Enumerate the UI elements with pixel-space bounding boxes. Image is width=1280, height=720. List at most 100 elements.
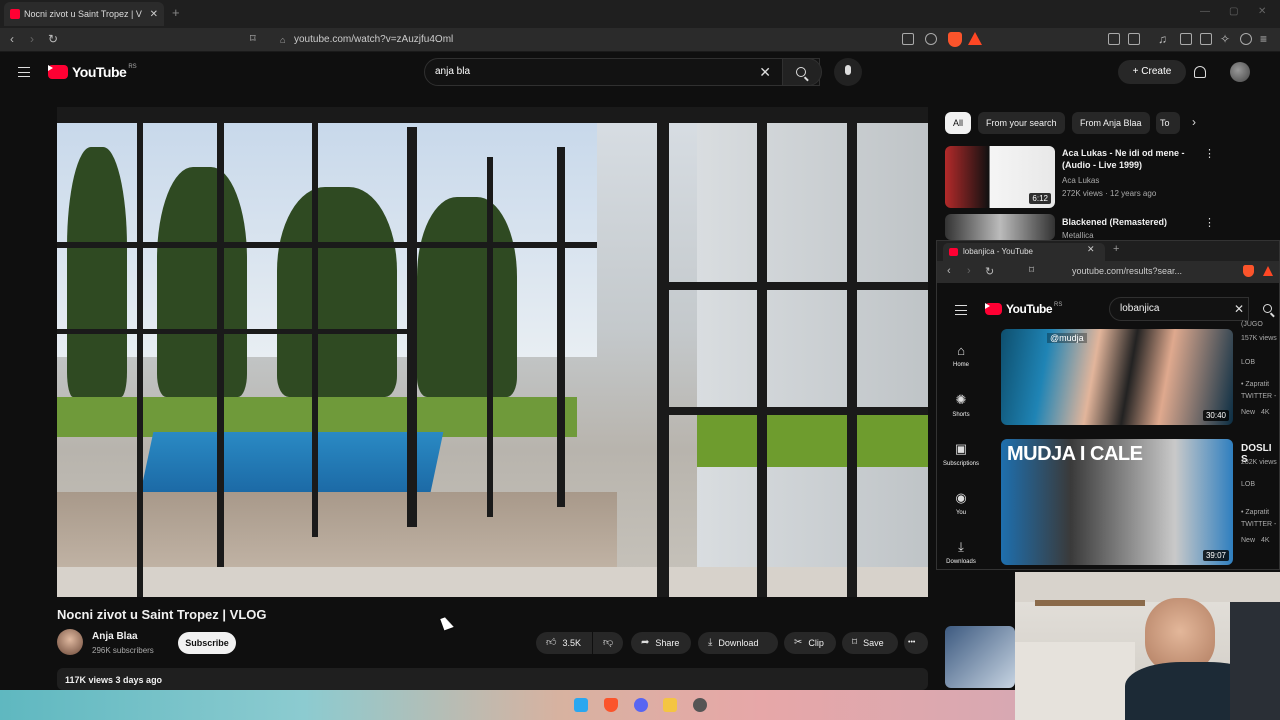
- sidebar-item-downloads[interactable]: ⤓ Downloads: [937, 539, 985, 565]
- search-input[interactable]: lobanjica ✕: [1109, 297, 1249, 321]
- sidebar-item-subscriptions[interactable]: ▣ Subscriptions: [937, 441, 985, 467]
- search-button[interactable]: [782, 58, 822, 86]
- recommendation-channel[interactable]: Metallica: [1062, 231, 1094, 239]
- clear-search-icon[interactable]: ✕: [759, 59, 771, 85]
- new-tab-icon[interactable]: +: [172, 5, 180, 20]
- search-input[interactable]: anja bla ✕: [424, 58, 820, 86]
- create-button[interactable]: + Create: [1118, 60, 1186, 84]
- menu-icon[interactable]: [18, 67, 30, 77]
- maximize-window-icon[interactable]: ▢: [1229, 6, 1238, 17]
- result-channel[interactable]: LOB: [1241, 359, 1255, 366]
- recommendation-thumbnail[interactable]: [945, 214, 1055, 240]
- video-player[interactable]: [57, 107, 928, 597]
- sidebar-icon[interactable]: [1180, 33, 1192, 45]
- browser-menu-icon[interactable]: ≡: [1260, 32, 1267, 46]
- media-icon[interactable]: ♫: [1158, 32, 1167, 46]
- channel-avatar[interactable]: [57, 629, 83, 655]
- forward-icon[interactable]: ›: [967, 265, 971, 277]
- new-tab-icon[interactable]: +: [1113, 243, 1119, 255]
- sidebar-label: Subscriptions: [942, 461, 980, 467]
- second-browser-tab[interactable]: lobanjica - YouTube: [943, 243, 1105, 261]
- chip-from-search[interactable]: From your search: [978, 112, 1065, 134]
- result-thumbnail[interactable]: MUDJA I CALE 39:07: [1001, 439, 1233, 565]
- save-button[interactable]: ⌑ Save: [842, 632, 898, 654]
- channel-name[interactable]: Anja Blaa: [92, 631, 138, 642]
- menu-icon[interactable]: [955, 305, 967, 315]
- youtube-logo[interactable]: YouTube RS: [985, 302, 1062, 316]
- extensions-icon[interactable]: [1108, 33, 1120, 45]
- voice-search-icon[interactable]: [834, 58, 862, 86]
- more-actions-button[interactable]: •••: [904, 632, 928, 654]
- clip-label: Clip: [808, 638, 824, 648]
- recommendation-thumbnail[interactable]: [945, 626, 1015, 688]
- recommendation-title[interactable]: Blackened (Remastered): [1062, 216, 1167, 228]
- share-page-icon[interactable]: [925, 33, 937, 45]
- forward-icon[interactable]: ›: [30, 32, 34, 46]
- address-bar[interactable]: youtube.com/watch?v=zAuzjfu4Oml: [278, 31, 898, 49]
- wallet-icon[interactable]: [1200, 33, 1212, 45]
- video-frame: [57, 107, 928, 123]
- address-bar[interactable]: youtube.com/results?sear...: [1072, 266, 1182, 276]
- sidebar-item-shorts[interactable]: ✺ Shorts: [937, 392, 985, 418]
- obs-taskbar-icon[interactable]: [693, 698, 707, 712]
- download-button[interactable]: ⤓ Download: [698, 632, 778, 654]
- sidebar-item-home[interactable]: ⌂ Home: [937, 343, 985, 368]
- subscribe-button[interactable]: Subscribe: [178, 632, 236, 654]
- recommendation-title[interactable]: Aca Lukas - Ne idi od mene - (Audio - Li…: [1062, 147, 1185, 171]
- video-palm: [417, 197, 517, 397]
- sidebar-item-you[interactable]: ◉ You: [937, 490, 985, 516]
- youtube-wordmark: YouTube: [72, 64, 127, 80]
- shorts-icon: ✺: [955, 392, 967, 407]
- brave-rewards-icon[interactable]: [968, 32, 982, 45]
- clip-button[interactable]: ✂ Clip: [784, 632, 836, 654]
- brave-shields-icon[interactable]: [1243, 265, 1254, 277]
- browser-tab-active[interactable]: Nocni zivot u Saint Tropez | V ✕: [4, 2, 164, 26]
- like-button[interactable]: 👍︎ 3.5K: [536, 632, 592, 654]
- cast-icon[interactable]: [902, 33, 914, 45]
- video-floor: [57, 567, 928, 597]
- account-avatar[interactable]: [1230, 62, 1250, 82]
- notifications-icon[interactable]: [1194, 66, 1206, 78]
- reload-icon[interactable]: ↻: [48, 32, 58, 46]
- result-channel[interactable]: LOB: [1241, 481, 1255, 488]
- close-window-icon[interactable]: ✕: [1258, 6, 1266, 17]
- bookmark-icon[interactable]: ⌑: [1029, 265, 1034, 276]
- brave-shields-icon[interactable]: [948, 32, 962, 47]
- minimize-window-icon[interactable]: —: [1200, 6, 1210, 17]
- chip-more[interactable]: To: [1156, 112, 1180, 134]
- second-browser-window[interactable]: lobanjica - YouTube ✕ + ‹ › ↻ ⌑ youtube.…: [936, 240, 1280, 570]
- webcam-wall: [1015, 572, 1280, 602]
- scissors-icon: ✂: [794, 637, 803, 648]
- dislike-button[interactable]: 👎︎: [593, 632, 623, 654]
- bookmark-icon[interactable]: ⌑: [250, 32, 256, 45]
- more-options-icon[interactable]: ⋮: [1204, 147, 1215, 160]
- youtube-play-icon: [985, 303, 1002, 315]
- 4k-badge: 4K: [1261, 409, 1270, 416]
- recommendation-thumbnail[interactable]: 6:12: [945, 146, 1055, 208]
- clear-search-icon[interactable]: ✕: [1234, 298, 1244, 320]
- youtube-logo[interactable]: YouTube RS: [48, 64, 137, 80]
- leo-ai-icon[interactable]: ✧: [1220, 32, 1230, 46]
- chip-next-icon[interactable]: ›: [1192, 115, 1196, 129]
- search-icon[interactable]: [1263, 304, 1272, 313]
- back-icon[interactable]: ‹: [947, 265, 951, 277]
- back-icon[interactable]: ‹: [10, 32, 14, 46]
- discord-taskbar-icon[interactable]: [634, 698, 648, 712]
- more-options-icon[interactable]: ⋮: [1204, 216, 1215, 229]
- file-explorer-icon[interactable]: [663, 698, 677, 712]
- video-frame: [137, 107, 143, 597]
- close-tab-icon[interactable]: ✕: [1087, 244, 1095, 255]
- vpn-icon[interactable]: [1240, 33, 1252, 45]
- recommendation-channel[interactable]: Aca Lukas: [1062, 176, 1099, 185]
- sidebar-label: Home: [952, 362, 969, 368]
- brave-taskbar-icon[interactable]: [604, 698, 618, 712]
- chip-from-channel[interactable]: From Anja Blaa: [1072, 112, 1150, 134]
- close-tab-icon[interactable]: ✕: [150, 9, 158, 20]
- screenshot-icon[interactable]: [1128, 33, 1140, 45]
- result-thumbnail[interactable]: @mudja 30:40: [1001, 329, 1233, 425]
- brave-rewards-icon[interactable]: [1263, 266, 1273, 276]
- windows-start-icon[interactable]: [574, 698, 588, 712]
- reload-icon[interactable]: ↻: [985, 265, 994, 278]
- share-button[interactable]: ➦ Share: [631, 632, 691, 654]
- chip-all[interactable]: All: [945, 112, 972, 134]
